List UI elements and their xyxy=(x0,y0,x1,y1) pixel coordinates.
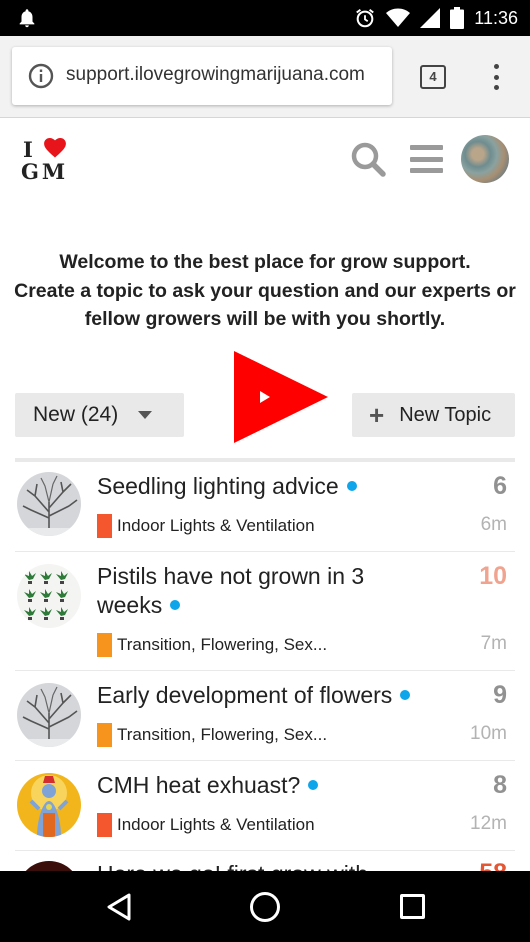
filter-label: New (24) xyxy=(33,403,119,426)
home-icon[interactable] xyxy=(250,892,280,922)
topic-category[interactable]: Transition, Flowering, Sex... xyxy=(97,723,327,747)
topic-row[interactable]: Early development of flowers Transition,… xyxy=(15,671,515,761)
category-swatch xyxy=(97,514,112,538)
hamburger-menu-icon[interactable] xyxy=(410,145,443,173)
topic-row[interactable]: Seedling lighting advice Indoor Lights &… xyxy=(15,462,515,552)
topic-avatar[interactable] xyxy=(17,773,81,837)
welcome-banner: Welcome to the best place for grow suppo… xyxy=(0,248,530,334)
frost-tree-avatar xyxy=(17,472,81,536)
reply-count[interactable]: 9 xyxy=(493,681,507,710)
reply-count[interactable]: 6 xyxy=(493,472,507,501)
system-nav-bar xyxy=(0,871,530,942)
topic-title[interactable]: Seedling lighting advice xyxy=(97,472,417,501)
unread-dot xyxy=(346,481,357,491)
deity-art-avatar xyxy=(17,773,81,837)
user-avatar[interactable] xyxy=(461,135,509,183)
browser-menu-icon[interactable] xyxy=(486,62,506,92)
plus-icon: + xyxy=(369,400,385,430)
category-swatch xyxy=(97,633,112,657)
reply-count[interactable]: 8 xyxy=(493,771,507,800)
url-text[interactable]: support.ilovegrowingmarijuana.com xyxy=(66,64,365,86)
welcome-line-3: fellow growers will be with you shortly. xyxy=(84,308,446,330)
topic-category[interactable]: Indoor Lights & Ventilation xyxy=(97,813,315,837)
topic-title[interactable]: CMH heat exhuast? xyxy=(97,771,417,800)
alarm-icon xyxy=(356,8,375,28)
topic-age[interactable]: 7m xyxy=(481,633,507,655)
category-swatch xyxy=(97,813,112,837)
welcome-line-2: Create a topic to ask your question and … xyxy=(14,279,516,302)
topic-category[interactable]: Indoor Lights & Ventilation xyxy=(97,514,315,538)
status-time: 11:36 xyxy=(474,7,518,28)
plant-grid-avatar xyxy=(17,564,81,628)
tab-switcher-button[interactable]: 4 xyxy=(420,65,446,89)
unread-dot xyxy=(400,690,411,700)
recent-apps-icon[interactable] xyxy=(400,894,425,919)
topic-row[interactable]: Pistils have not grown in 3 weeks Transi… xyxy=(15,552,515,671)
play-icon[interactable] xyxy=(234,351,328,443)
caret-down-icon xyxy=(138,411,153,419)
topic-avatar[interactable] xyxy=(17,683,81,747)
search-icon[interactable] xyxy=(350,141,386,177)
browser-toolbar: support.ilovegrowingmarijuana.com 4 xyxy=(0,36,530,118)
filter-dropdown[interactable]: New (24) xyxy=(15,393,184,437)
topic-title[interactable]: Pistils have not grown in 3 weeks xyxy=(97,562,417,620)
category-swatch xyxy=(97,723,112,747)
notification-bell-icon xyxy=(19,9,35,28)
welcome-line-1: Welcome to the best place for grow suppo… xyxy=(59,251,471,273)
unread-dot xyxy=(308,780,319,790)
new-topic-button[interactable]: + New Topic xyxy=(352,393,515,437)
cell-signal-icon xyxy=(420,8,441,28)
info-icon[interactable] xyxy=(28,63,54,89)
back-icon[interactable] xyxy=(105,893,133,921)
topic-avatar[interactable] xyxy=(17,564,81,628)
topic-category[interactable]: Transition, Flowering, Sex... xyxy=(97,633,327,657)
heart-icon xyxy=(44,138,66,158)
site-header: I GM xyxy=(0,119,530,199)
address-bar[interactable]: support.ilovegrowingmarijuana.com xyxy=(12,47,392,105)
topic-list: Seedling lighting advice Indoor Lights &… xyxy=(15,462,515,925)
topic-age[interactable]: 12m xyxy=(470,813,507,835)
topic-title[interactable]: Early development of flowers xyxy=(97,681,417,710)
new-topic-label: New Topic xyxy=(399,403,492,426)
logo-line2: GM xyxy=(21,159,69,184)
topic-row[interactable]: CMH heat exhuast? Indoor Lights & Ventil… xyxy=(15,761,515,851)
wifi-icon xyxy=(386,8,411,27)
unread-dot xyxy=(170,600,181,610)
topic-avatar[interactable] xyxy=(17,472,81,536)
battery-icon xyxy=(450,7,465,29)
topic-age[interactable]: 10m xyxy=(470,723,507,745)
site-logo[interactable]: I GM xyxy=(20,137,70,184)
topic-age[interactable]: 6m xyxy=(481,514,507,536)
reply-count[interactable]: 10 xyxy=(479,562,507,591)
frost-tree-avatar xyxy=(17,683,81,747)
status-bar: 11:36 xyxy=(0,0,530,36)
